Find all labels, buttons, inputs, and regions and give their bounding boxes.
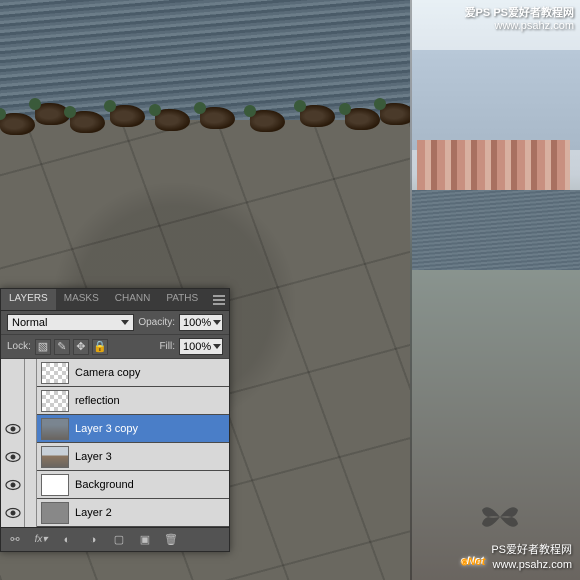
link-column	[25, 471, 37, 499]
chevron-right-icon	[213, 320, 221, 325]
layer-row[interactable]: Layer 2	[1, 499, 229, 527]
link-column	[25, 415, 37, 443]
group-icon[interactable]: ▢	[111, 532, 127, 548]
lock-transparency-icon[interactable]: ▧	[35, 339, 51, 355]
layer-row[interactable]: reflection	[1, 387, 229, 415]
panel-tabs: LAYERS MASKS CHANN PATHS	[1, 289, 229, 311]
tab-masks[interactable]: MASKS	[56, 289, 107, 310]
watermark-title: PS爱好者教程网	[493, 7, 574, 19]
watermark-url: www.psahz.com	[465, 20, 574, 32]
visibility-toggle[interactable]	[1, 415, 25, 443]
lock-icons-group: ▧ ✎ ✥ 🔒	[35, 339, 108, 355]
split-preview	[410, 0, 580, 580]
watermark-bottom-url: www.psahz.com	[491, 558, 572, 572]
layer-name[interactable]: Layer 3 copy	[73, 423, 229, 435]
lock-all-icon[interactable]: 🔒	[92, 339, 108, 355]
visibility-toggle[interactable]	[1, 471, 25, 499]
opacity-input[interactable]: 100%	[179, 314, 223, 331]
visibility-toggle[interactable]	[1, 387, 25, 415]
tab-paths[interactable]: PATHS	[158, 289, 206, 310]
opacity-value: 100%	[183, 317, 213, 329]
fill-input[interactable]: 100%	[179, 338, 223, 355]
layer-thumbnail[interactable]	[41, 446, 69, 468]
layer-row[interactable]: Camera copy	[1, 359, 229, 387]
layers-panel: LAYERS MASKS CHANN PATHS Normal Opacity:…	[0, 288, 230, 552]
layer-thumbnail[interactable]	[41, 390, 69, 412]
butterfly-decoration	[480, 502, 520, 532]
lock-move-icon[interactable]: ✥	[73, 339, 89, 355]
link-column	[25, 359, 37, 387]
link-column	[25, 387, 37, 415]
fill-value: 100%	[183, 341, 213, 353]
visibility-toggle[interactable]	[1, 443, 25, 471]
blend-mode-select[interactable]: Normal	[7, 314, 134, 331]
chevron-down-icon	[121, 320, 129, 325]
visibility-toggle[interactable]	[1, 359, 25, 387]
adjustment-icon[interactable]: ◑	[85, 532, 101, 548]
layer-name[interactable]: Camera copy	[73, 367, 229, 379]
enet-logo: eNet	[461, 541, 485, 572]
watermark-bottom-title: PS爱好者教程网	[491, 543, 572, 557]
ducks-group	[0, 95, 410, 145]
fill-label: Fill:	[159, 341, 175, 352]
layer-name[interactable]: Layer 2	[73, 507, 229, 519]
layer-name[interactable]: reflection	[73, 395, 229, 407]
new-layer-icon[interactable]: ▣	[137, 532, 153, 548]
trash-icon[interactable]: 🗑	[163, 532, 179, 548]
layer-thumbnail[interactable]	[41, 474, 69, 496]
watermark-brand: 爱PS	[465, 7, 491, 19]
link-column	[25, 443, 37, 471]
layer-row[interactable]: Background	[1, 471, 229, 499]
layer-thumbnail[interactable]	[41, 502, 69, 524]
layer-thumbnail[interactable]	[41, 418, 69, 440]
blend-opacity-row: Normal Opacity: 100%	[1, 311, 229, 335]
panel-footer: ⚯ fx▾ ◐ ◑ ▢ ▣ 🗑	[1, 527, 229, 551]
lock-label: Lock:	[7, 341, 31, 352]
panel-menu-icon[interactable]	[209, 289, 229, 310]
tab-channels[interactable]: CHANN	[107, 289, 159, 310]
lock-brush-icon[interactable]: ✎	[54, 339, 70, 355]
layer-thumbnail[interactable]	[41, 362, 69, 384]
layer-name[interactable]: Background	[73, 479, 229, 491]
chevron-right-icon	[213, 344, 221, 349]
blend-mode-value: Normal	[12, 317, 121, 329]
watermark-bottom: eNet PS爱好者教程网 www.psahz.com	[461, 541, 572, 572]
layers-list: Camera copy reflection Layer 3 copy Layer 3…	[1, 359, 229, 527]
layer-name[interactable]: Layer 3	[73, 451, 229, 463]
opacity-label: Opacity:	[138, 317, 175, 328]
mask-icon[interactable]: ◐	[59, 532, 75, 548]
watermark-top: 爱PS PS爱好者教程网 www.psahz.com	[465, 4, 574, 32]
visibility-toggle[interactable]	[1, 499, 25, 527]
tab-layers[interactable]: LAYERS	[1, 289, 56, 310]
fx-icon[interactable]: fx▾	[33, 532, 49, 548]
layer-row[interactable]: Layer 3	[1, 443, 229, 471]
layer-row[interactable]: Layer 3 copy	[1, 415, 229, 443]
lock-fill-row: Lock: ▧ ✎ ✥ 🔒 Fill: 100%	[1, 335, 229, 359]
link-column	[25, 499, 37, 527]
link-icon[interactable]: ⚯	[7, 532, 23, 548]
